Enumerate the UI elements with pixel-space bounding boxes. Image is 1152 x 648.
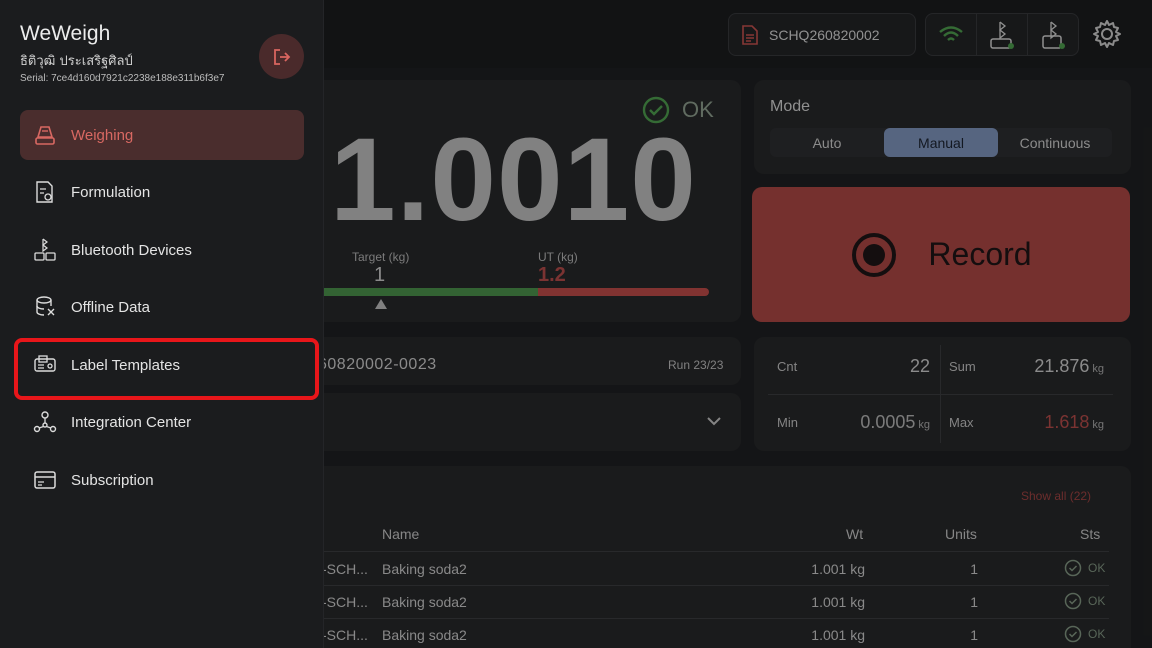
bluetooth-devices-icon (33, 238, 57, 262)
scale-icon (33, 123, 57, 147)
nav-item-bluetooth-devices[interactable]: Bluetooth Devices (20, 225, 304, 275)
nav-item-formulation[interactable]: Formulation (20, 167, 304, 217)
logout-button[interactable] (259, 34, 304, 79)
nav-item-weighing[interactable]: Weighing (20, 110, 304, 160)
database-icon (33, 295, 57, 319)
nav-item-integration-center[interactable]: Integration Center (20, 397, 304, 447)
nav-label: Weighing (71, 126, 134, 144)
nav-item-subscription[interactable]: Subscription (20, 455, 304, 505)
logout-icon (273, 48, 290, 65)
navigation-drawer: WeWeigh ธิติวุฒิ ประเสริฐศิลป์ Serial: 7… (0, 0, 324, 648)
card-icon (33, 468, 57, 492)
user-name: ธิติวุฒิ ประเสริฐศิลป์ (20, 54, 133, 69)
nav-item-offline-data[interactable]: Offline Data (20, 282, 304, 332)
device-serial: Serial: 7ce4d160d7921c2238e188e311b6f3e7 (20, 73, 225, 84)
formulation-icon (33, 180, 57, 204)
highlight-box-label-templates (14, 338, 319, 400)
nav-label: Bluetooth Devices (71, 241, 192, 259)
nav-label: Formulation (71, 183, 151, 201)
integration-icon (33, 410, 57, 434)
app-title: WeWeigh (20, 22, 111, 45)
nav-label: Integration Center (71, 413, 192, 431)
nav-label: Offline Data (71, 298, 150, 316)
nav-label: Subscription (71, 471, 154, 489)
